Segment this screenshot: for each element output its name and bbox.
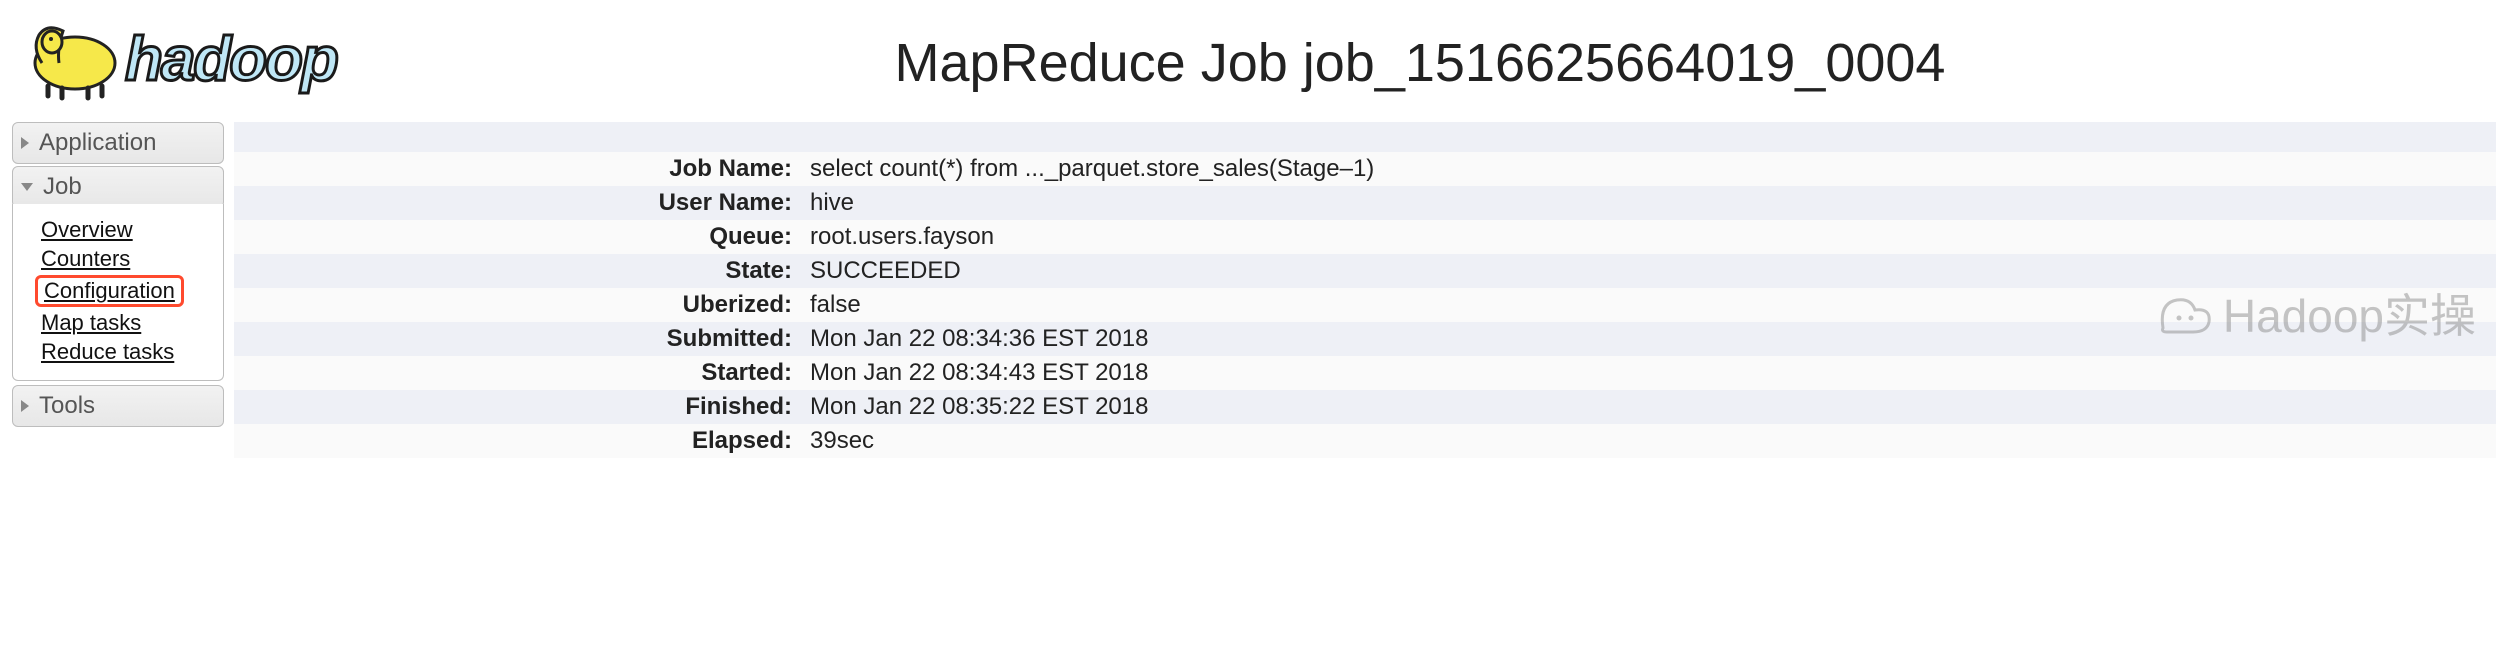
row-state: State: SUCCEEDED	[234, 254, 2496, 288]
nav-link-counters[interactable]: Counters	[41, 246, 130, 272]
sidebar: Application Job Overview Counters Config…	[12, 122, 224, 458]
sidebar-panel-tools[interactable]: Tools	[12, 385, 224, 427]
value-job-name: select count(*) from ..._parquet.store_s…	[798, 152, 1374, 186]
label-job-name: Job Name:	[234, 152, 798, 186]
value-uberized: false	[798, 288, 861, 322]
nav-link-reduce-tasks[interactable]: Reduce tasks	[41, 339, 174, 365]
nav-link-configuration[interactable]: Configuration	[35, 275, 184, 307]
value-state: SUCCEEDED	[798, 254, 961, 288]
sidebar-panel-label: Tools	[39, 392, 95, 420]
sidebar-panel-label: Job	[43, 173, 82, 201]
nav-link-map-tasks[interactable]: Map tasks	[41, 310, 141, 336]
label-queue: Queue:	[234, 220, 798, 254]
chevron-down-icon	[21, 183, 33, 191]
label-elapsed: Elapsed:	[234, 424, 798, 458]
hadoop-logo: hadoop	[20, 8, 400, 108]
label-started: Started:	[234, 356, 798, 390]
sidebar-panel-label: Application	[39, 129, 156, 157]
label-finished: Finished:	[234, 390, 798, 424]
row-queue: Queue: root.users.fayson	[234, 220, 2496, 254]
row-submitted: Submitted: Mon Jan 22 08:34:36 EST 2018	[234, 322, 2496, 356]
label-uberized: Uberized:	[234, 288, 798, 322]
value-user-name: hive	[798, 186, 854, 220]
label-submitted: Submitted:	[234, 322, 798, 356]
value-submitted: Mon Jan 22 08:34:36 EST 2018	[798, 322, 1148, 356]
value-finished: Mon Jan 22 08:35:22 EST 2018	[798, 390, 1148, 424]
page-title: MapReduce Job job_1516625664019_0004	[400, 22, 2480, 94]
sidebar-panel-application[interactable]: Application	[12, 122, 224, 164]
row-elapsed: Elapsed: 39sec	[234, 424, 2496, 458]
row-finished: Finished: Mon Jan 22 08:35:22 EST 2018	[234, 390, 2496, 424]
label-user-name: User Name:	[234, 186, 798, 220]
value-elapsed: 39sec	[798, 424, 874, 458]
value-started: Mon Jan 22 08:34:43 EST 2018	[798, 356, 1148, 390]
row-uberized: Uberized: false	[234, 288, 2496, 322]
value-queue: root.users.fayson	[798, 220, 994, 254]
row-started: Started: Mon Jan 22 08:34:43 EST 2018	[234, 356, 2496, 390]
row-job-name: Job Name: select count(*) from ..._parqu…	[234, 152, 2496, 186]
sidebar-panel-job[interactable]: Job	[12, 166, 224, 208]
row-user-name: User Name: hive	[234, 186, 2496, 220]
nav-link-overview[interactable]: Overview	[41, 217, 133, 243]
chevron-right-icon	[21, 137, 29, 149]
label-state: State:	[234, 254, 798, 288]
chevron-right-icon	[21, 400, 29, 412]
job-summary: Job Name: select count(*) from ..._parqu…	[224, 122, 2500, 458]
sidebar-job-links: Overview Counters Configuration Map task…	[12, 204, 224, 381]
svg-text:hadoop: hadoop	[125, 25, 337, 94]
